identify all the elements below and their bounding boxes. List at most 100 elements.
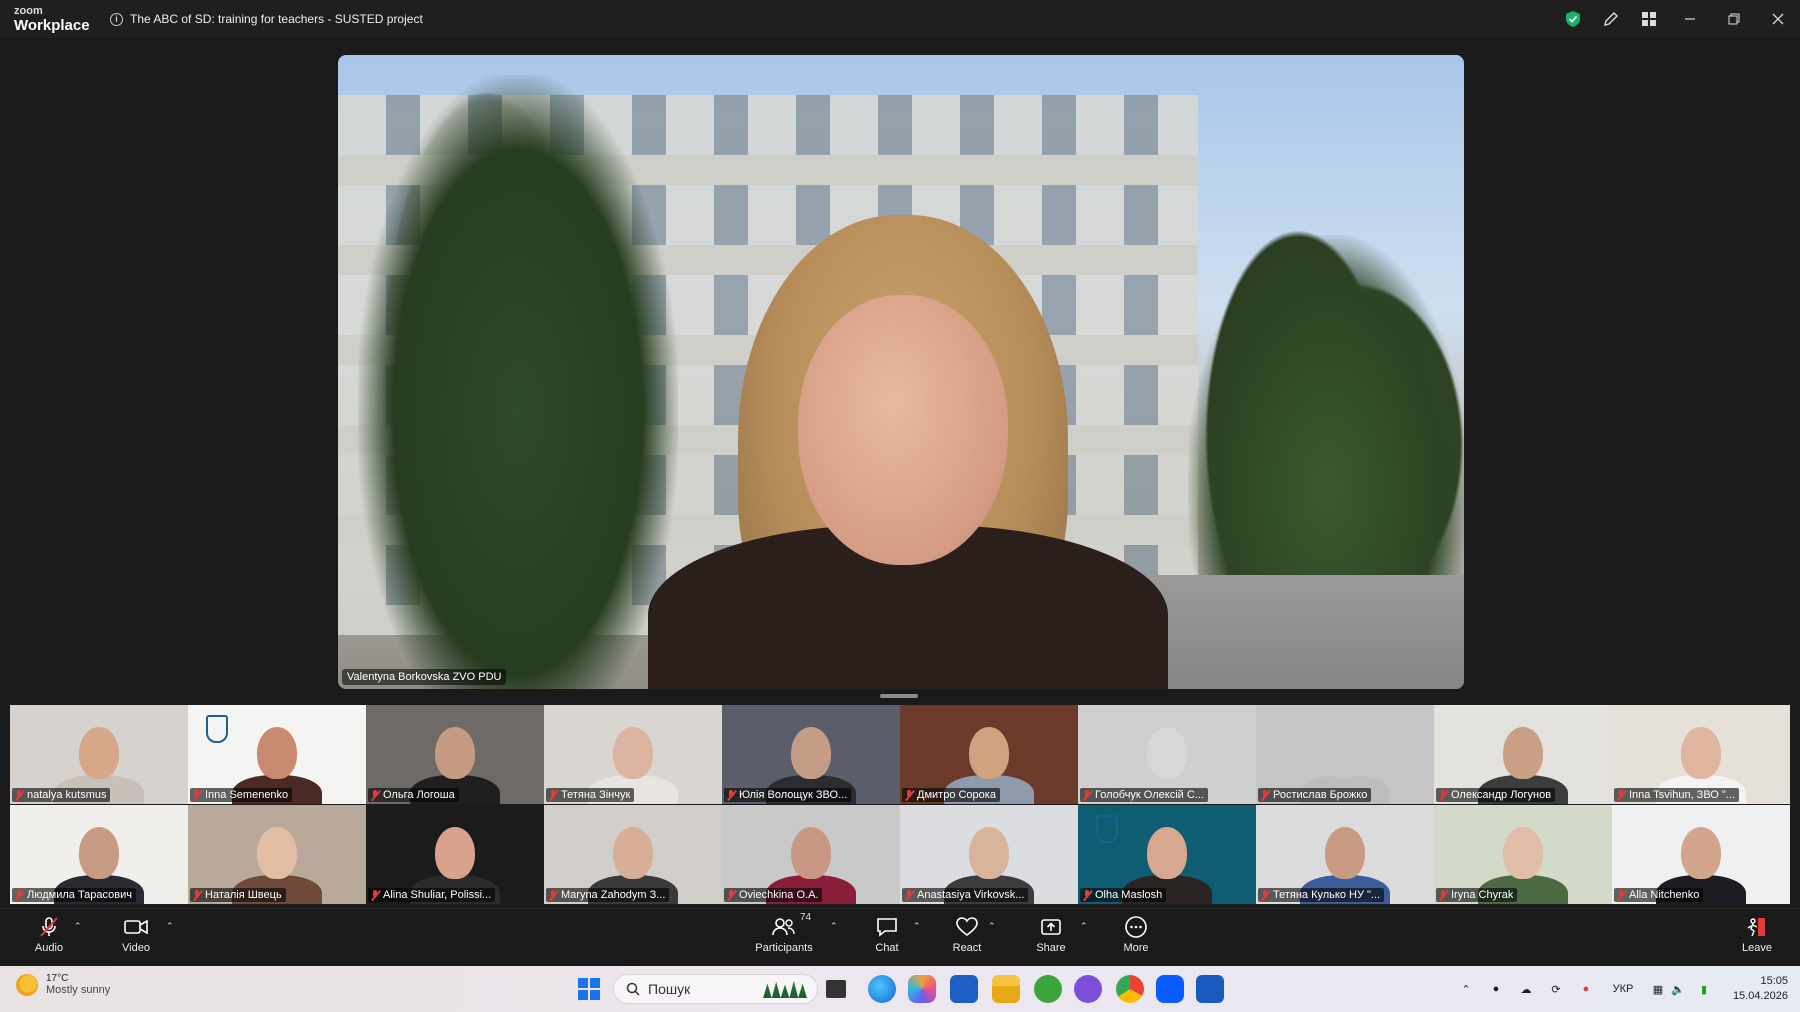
chat-options-chevron-icon[interactable]: ⌃ xyxy=(913,921,921,932)
participant-name-tag: Anastasiya Virkovsk... xyxy=(902,888,1029,902)
task-view-icon[interactable] xyxy=(826,980,846,998)
system-clock[interactable]: 15:05 15.04.2026 xyxy=(1733,974,1788,1004)
participant-name-tag: Тетяна Зінчук xyxy=(546,788,635,802)
participant-tile[interactable]: Olha Maslosh xyxy=(1078,805,1256,904)
meeting-info[interactable]: i The ABC of SD: training for teachers -… xyxy=(110,12,423,26)
cloud-offline-icon[interactable]: ☁ xyxy=(1516,966,1536,1012)
participant-tile[interactable]: Тетяна Кулько НУ "... xyxy=(1256,805,1434,904)
battery-icon[interactable]: ▮ xyxy=(1692,966,1716,1012)
search-icon xyxy=(626,982,640,996)
participant-tile[interactable]: Наталія Швець xyxy=(188,805,366,904)
participant-name: Alla Nitchenko xyxy=(1629,889,1700,901)
viber-icon[interactable] xyxy=(1074,975,1102,1003)
mic-muted-icon xyxy=(1083,889,1092,901)
participant-tile[interactable]: Дмитро Сорока xyxy=(900,705,1078,804)
participant-tile[interactable]: Alla Nitchenko xyxy=(1612,805,1790,904)
edit-pencil-icon[interactable] xyxy=(1592,0,1630,38)
background-tree-left xyxy=(358,75,678,689)
participant-name-tag: Iryna Chyrak xyxy=(1436,888,1518,902)
taskbar-search[interactable]: Пошук xyxy=(613,974,818,1004)
leave-button[interactable]: Leave xyxy=(1742,915,1772,963)
participant-tile[interactable]: Олександр Логунов xyxy=(1434,705,1612,804)
chat-button[interactable]: Chat xyxy=(872,915,902,963)
copilot-icon[interactable] xyxy=(908,975,936,1003)
mic-muted-icon xyxy=(371,789,380,801)
participant-tile[interactable]: Inna Semenenko xyxy=(188,705,366,804)
mic-muted-icon xyxy=(1261,889,1270,901)
active-speaker-video[interactable]: Valentyna Borkovska ZVO PDU xyxy=(338,55,1464,689)
weather-widget[interactable]: 17°C Mostly sunny xyxy=(16,973,110,996)
react-options-chevron-icon[interactable]: ⌃ xyxy=(988,921,996,932)
participant-tile[interactable]: Alina Shuliar, Polissi... xyxy=(366,805,544,904)
zoom-app-icon[interactable] xyxy=(1156,975,1184,1003)
share-label: Share xyxy=(1036,942,1066,954)
more-button[interactable]: More xyxy=(1121,915,1151,963)
participants-options-chevron-icon[interactable]: ⌃ xyxy=(830,921,838,932)
speaker-face xyxy=(798,295,1008,565)
chrome-icon[interactable] xyxy=(1116,975,1144,1003)
share-button[interactable]: Share xyxy=(1034,915,1068,963)
participant-tile[interactable]: Ростислав Брожко xyxy=(1256,705,1434,804)
brand-top: zoom xyxy=(14,4,43,17)
participant-face xyxy=(1681,727,1721,779)
clock-time: 15:05 xyxy=(1760,975,1788,987)
meeting-title: The ABC of SD: training for teachers - S… xyxy=(130,12,423,26)
store-icon[interactable] xyxy=(950,975,978,1003)
participant-tile[interactable]: natalya kutsmus xyxy=(10,705,188,804)
microphone-in-use-icon[interactable]: ● xyxy=(1576,966,1596,1012)
participant-tile[interactable]: Юлія Волощук ЗВО... xyxy=(722,705,900,804)
sync-icon[interactable]: ⟳ xyxy=(1546,966,1566,1012)
participant-name-tag: Alla Nitchenko xyxy=(1614,888,1704,902)
volume-icon[interactable]: 🔈 xyxy=(1668,966,1688,1012)
participant-name: Inna Tsvihun, ЗВО "... xyxy=(1629,789,1735,801)
university-logo-icon xyxy=(1096,815,1118,843)
windows-start-icon[interactable] xyxy=(578,978,600,1000)
restore-button[interactable] xyxy=(1712,0,1756,38)
language-indicator[interactable]: УКР xyxy=(1606,966,1640,1012)
network-icon[interactable]: ▦ xyxy=(1648,966,1668,1012)
close-button[interactable] xyxy=(1756,0,1800,38)
participant-face xyxy=(435,827,475,879)
participant-name: Дмитро Сорока xyxy=(917,789,996,801)
video-button[interactable]: Video xyxy=(118,915,154,963)
participant-tile[interactable]: Iryna Chyrak xyxy=(1434,805,1612,904)
participant-tile[interactable]: Anastasiya Virkovsk... xyxy=(900,805,1078,904)
speaker-name-tag: Valentyna Borkovska ZVO PDU xyxy=(342,669,507,685)
chat-bubble-icon xyxy=(877,918,897,937)
participant-tile[interactable]: Голобчук Олексій С... xyxy=(1078,705,1256,804)
audio-button[interactable]: Audio xyxy=(30,915,68,963)
torrent-icon[interactable] xyxy=(1034,975,1062,1003)
security-shield-icon[interactable] xyxy=(1554,0,1592,38)
apps-grid-icon[interactable] xyxy=(1630,0,1668,38)
video-options-chevron-icon[interactable]: ⌃ xyxy=(166,921,174,932)
react-button[interactable]: React xyxy=(950,915,984,963)
file-explorer-icon[interactable] xyxy=(992,975,1020,1003)
show-hidden-icons-chevron-icon[interactable]: ⌃ xyxy=(1456,966,1476,1012)
participant-name-tag: Олександр Логунов xyxy=(1436,788,1556,802)
title-bar: zoom Workplace i The ABC of SD: training… xyxy=(0,0,1800,38)
participant-tile[interactable]: Людмила Тарасович xyxy=(10,805,188,904)
participant-name-tag: Юлія Волощук ЗВО... xyxy=(724,788,852,802)
edge-browser-icon[interactable] xyxy=(868,975,896,1003)
gallery-resize-handle[interactable] xyxy=(880,694,918,698)
participant-tile[interactable]: Maryna Zahodym З... xyxy=(544,805,722,904)
word-icon[interactable] xyxy=(1196,975,1224,1003)
info-icon[interactable]: i xyxy=(110,12,123,26)
participant-tile[interactable]: Oviechkina O.A. xyxy=(722,805,900,904)
search-placeholder: Пошук xyxy=(648,981,691,997)
windows-taskbar: 17°C Mostly sunny Пошук ⌃ ● ☁ ⟳ ● УКР ▦ … xyxy=(0,966,1800,1012)
share-options-chevron-icon[interactable]: ⌃ xyxy=(1080,921,1088,932)
participant-face xyxy=(613,727,653,779)
sun-cloud-icon xyxy=(16,973,38,996)
participant-tile[interactable]: Inna Tsvihun, ЗВО "... xyxy=(1612,705,1790,804)
participant-name-tag: Наталія Швець xyxy=(190,888,286,902)
tray-app-icon[interactable]: ● xyxy=(1486,966,1506,1012)
participant-face xyxy=(1147,827,1187,879)
minimize-button[interactable] xyxy=(1668,0,1712,38)
audio-options-chevron-icon[interactable]: ⌃ xyxy=(74,921,82,932)
participant-tile[interactable]: Тетяна Зінчук xyxy=(544,705,722,804)
search-highlight-trees-icon xyxy=(763,980,807,998)
participant-face xyxy=(969,827,1009,879)
participant-face xyxy=(791,827,831,879)
participant-tile[interactable]: Ольга Логоша xyxy=(366,705,544,804)
